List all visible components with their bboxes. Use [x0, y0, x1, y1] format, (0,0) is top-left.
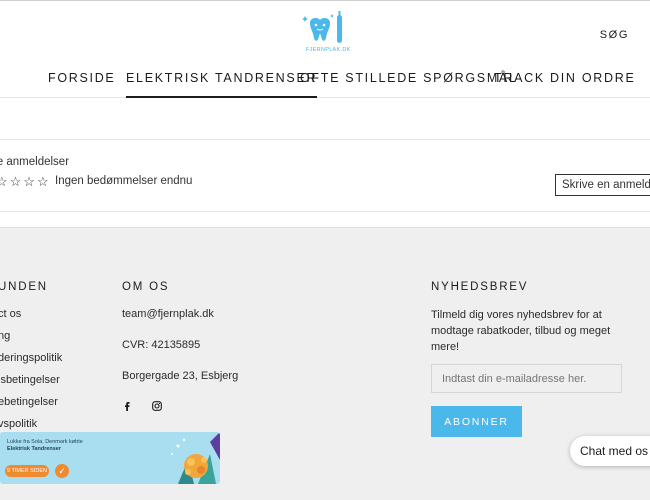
site-header: FJERNPLAK.DK SØG FORSIDE ELEKTRISK TANDR… [0, 0, 650, 98]
footer-col-customer-title: UNDEN [0, 281, 48, 293]
footer-address: Borgergade 23, Esbjerg [122, 370, 239, 382]
footer-link-2[interactable]: ng [0, 330, 10, 342]
reviews-section: nde anmeldelser ☆☆☆☆ Ingen bedømmelser e… [0, 139, 650, 212]
star-rating-icons: ☆☆☆☆ [0, 174, 51, 189]
sales-popup[interactable]: Lukke fra Sola, Denmark købte Elektrisk … [0, 432, 220, 484]
footer-cvr: CVR: 42135895 [122, 339, 201, 351]
nav-item-faq[interactable]: OFTE STILLEDE SPØRGSMÅL [300, 71, 518, 85]
footer-col-about-title: OM OS [122, 281, 170, 293]
footer-link-return-policy[interactable]: deringspolitik [0, 352, 62, 364]
footer-email[interactable]: team@fjernplak.dk [122, 308, 214, 320]
logo-text: FJERNPLAK.DK [306, 47, 351, 53]
footer-col-newsletter-title: NYHEDSBREV [431, 281, 529, 293]
reviews-title: nde anmeldelser [0, 156, 70, 168]
footer-link-privacy[interactable]: vspolitik [0, 418, 37, 430]
main-nav: FORSIDE ELEKTRISK TANDRENSER OFTE STILLE… [0, 71, 650, 99]
nav-item-forside[interactable]: FORSIDE [48, 71, 115, 85]
site-logo[interactable]: FJERNPLAK.DK [300, 11, 356, 57]
newsletter-email-input[interactable] [431, 364, 622, 393]
nav-item-track-order[interactable]: TRACK DIN ORDRE [494, 71, 635, 85]
chat-widget-button[interactable]: Chat med os [570, 436, 650, 466]
nav-item-elektrisk-tandrenser[interactable]: ELEKTRISK TANDRENSER [126, 71, 318, 98]
footer-link-contact[interactable]: ct os [0, 308, 21, 320]
sales-popup-time-badge: 9 TIMER SIDEN [5, 465, 49, 477]
flower-decoration-icon [171, 432, 220, 484]
check-icon: ✓ [55, 464, 69, 478]
instagram-icon[interactable] [152, 401, 162, 411]
newsletter-description: Tilmeld dig vores nyhedsbrev for at modt… [431, 309, 611, 353]
write-review-button[interactable]: Skrive en anmelde [555, 174, 650, 196]
footer-link-terms[interactable]: ebetingelser [0, 396, 58, 408]
sales-popup-line1: Lukke fra Sola, Denmark købte [7, 439, 83, 445]
no-ratings-text: Ingen bedømmelser endnu [55, 175, 193, 187]
chat-label: Chat med os [580, 444, 649, 458]
sales-popup-text: Lukke fra Sola, Denmark købte Elektrisk … [7, 439, 83, 452]
subscribe-button[interactable]: ABONNER [431, 406, 522, 437]
sales-popup-product: Elektrisk Tandrenser [7, 445, 62, 452]
footer-link-sales-terms[interactable]: lsbetingelser [0, 374, 60, 386]
search-link[interactable]: SØG [600, 29, 629, 41]
facebook-icon[interactable] [122, 401, 132, 411]
